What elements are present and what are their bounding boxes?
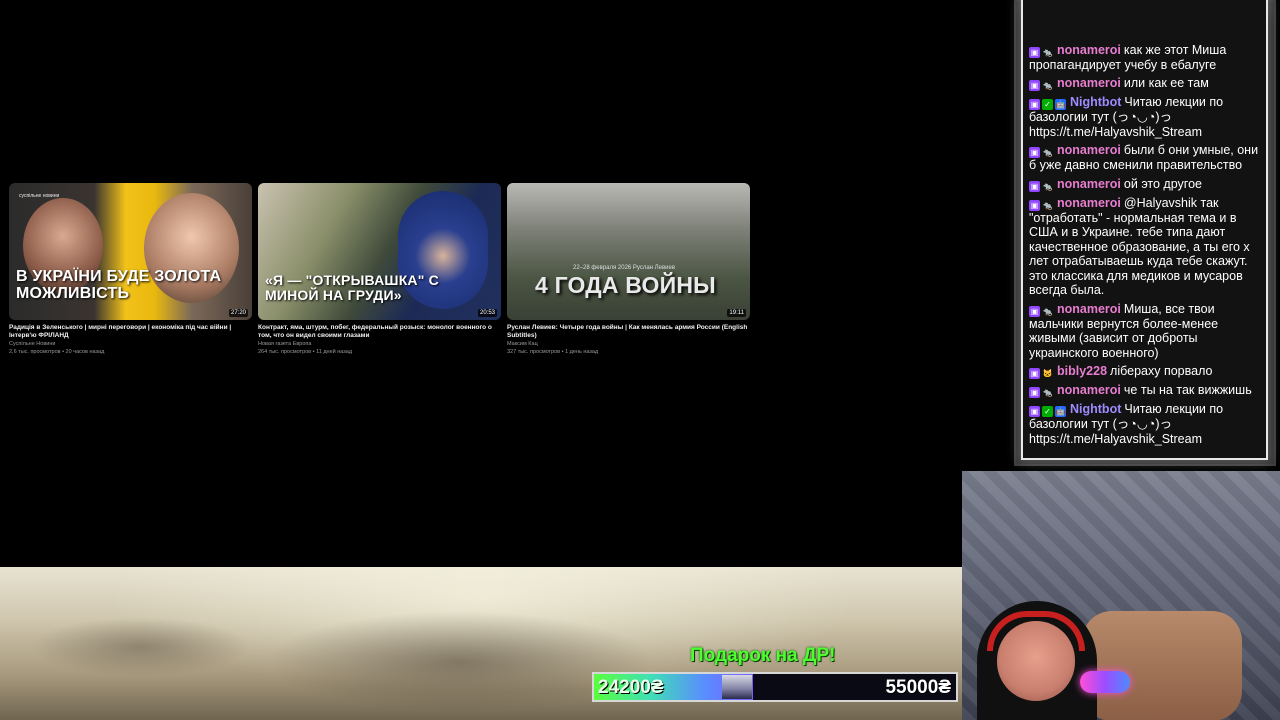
channel-logo: суспільне новини [19,193,60,199]
chat-message: ▣ 🐀 nonameroi Миша, все твои мальчики верну… [1029,302,1263,361]
twitch-badge-icon: ▣ [1029,180,1040,192]
bot-badge-icon: 🤖 [1055,99,1066,110]
twitch-badge-icon: ▣ [1029,387,1040,398]
video-stats: 2,6 тыс. просмотров • 20 часов назад [9,349,105,355]
webcam-overlay [962,471,1280,720]
chat-username[interactable]: nonameroi [1057,302,1121,316]
thumbnail-caption: 4 ГОДА ВОЙНЫ [535,272,716,298]
chat-message: ▣ 🐱 bibly228 лібераху порвало [1029,364,1263,379]
chat-message: ▣ 🐀 nonameroi @Halyavshik так "отработать" … [1029,196,1263,298]
rat-badge-icon: 🐀 [1042,47,1053,57]
video-channel[interactable]: Максим Кац [507,340,750,348]
chat-username[interactable]: nonameroi [1057,177,1121,191]
twitch-badge-icon: ▣ [1029,199,1040,211]
microphone-image [1080,671,1130,693]
video-duration: 20:53 [477,309,497,317]
video-card[interactable]: суспільне новини В УКРАЇНИ БУДЕ ЗОЛОТА М… [9,183,252,356]
bot-badge-icon: 🤖 [1055,406,1066,417]
video-thumbnail[interactable]: «Я — "ОТКРЫВАШКА" С МИНОЙ НА ГРУДИ» 20:5… [258,183,501,320]
twitch-badge-icon: ▣ [1029,368,1040,379]
thumbnail-caption: В УКРАЇНИ БУДЕ ЗОЛОТА МОЖЛИВІСТЬ [16,268,222,303]
donation-goal-bar: 24200₴ 55000₴ [592,672,958,702]
video-card[interactable]: «Я — "ОТКРЫВАШКА" С МИНОЙ НА ГРУДИ» 20:5… [258,183,501,356]
couch-image [1082,611,1242,720]
check-badge-icon: ✓ [1042,99,1053,110]
twitch-badge-icon: ▣ [1029,305,1040,317]
chat-message: ▣ 🐀 nonameroi че ты на так вижжишь [1029,383,1263,398]
rat-badge-icon: 🐀 [1042,81,1053,90]
chat-username[interactable]: nonameroi [1057,76,1121,90]
donation-goal-target: 55000₴ [885,677,951,698]
chat-username[interactable]: nonameroi [1057,196,1121,210]
video-title[interactable]: Руслан Левиев: Четыре года войны | Как м… [507,324,750,340]
chat-message-text: лібераху порвало [1110,364,1213,378]
twitch-badge-icon: ▣ [1029,406,1040,417]
rat-badge-icon: 🐀 [1042,388,1053,397]
donation-goal-avatar [722,675,752,699]
video-stats: 264 тыс. просмотров • 11 дней назад [258,349,353,355]
video-duration: 27:20 [228,309,248,317]
rat-badge-icon: 🐀 [1042,200,1053,210]
video-channel[interactable]: Новая газета Европа [258,340,501,348]
chat-username[interactable]: Nightbot [1070,95,1121,109]
video-grid: суспільне новини В УКРАЇНИ БУДЕ ЗОЛОТА М… [9,183,754,363]
video-channel[interactable]: Суспільне Новини [9,340,252,348]
video-thumbnail[interactable]: 22–28 февраля 2026 Руслан Левиев 4 ГОДА … [507,183,750,320]
road-track [30,617,250,677]
chat-username[interactable]: Nightbot [1070,402,1121,416]
chat-message-text: че ты на так вижжишь [1123,383,1252,397]
chat-message-text: ой это другое [1123,176,1202,191]
chat-username[interactable]: nonameroi [1057,143,1121,157]
thumbnail-caption: «Я — "ОТКРЫВАШКА" С МИНОЙ НА ГРУДИ» [265,272,439,304]
chat-message: ▣ 🐀 nonameroi ой это другое [1029,177,1263,192]
chat-message: ▣ ✓ 🤖 Nightbot Читаю лекции по базологии тут… [1029,95,1263,139]
chat-message-text: @Halyavshik так "отработать" - нормальна… [1029,195,1250,298]
check-badge-icon: ✓ [1042,406,1053,417]
chat-message-text: или как ее там [1123,76,1209,90]
video-stats: 327 тыс. просмотров • 1 день назад [507,349,599,355]
chat-username[interactable]: nonameroi [1057,43,1121,57]
chat-message: ▣ ✓ 🤖 Nightbot Читаю лекции по базологии тут… [1029,402,1263,446]
chat-message: ▣ 🐀 nonameroi как же этот Миша пропагандиру… [1029,43,1263,73]
rat-badge-icon: 🐀 [1042,148,1053,157]
chat-message: ▣ 🐀 nonameroi или как ее там [1029,76,1263,91]
donation-goal-current: 24200₴ [598,677,664,698]
cat-badge-icon: 🐱 [1042,369,1053,378]
thumbnail-subtitle: 22–28 февраля 2026 Руслан Левиев [573,265,676,271]
chat-panel: ▣ 🐀 nonameroi как же этот Миша пропагандиру… [1023,0,1266,458]
twitch-badge-icon: ▣ [1029,147,1040,158]
video-card[interactable]: 22–28 февраля 2026 Руслан Левиев 4 ГОДА … [507,183,750,356]
rat-badge-icon: 🐀 [1042,181,1053,191]
video-duration: 19:11 [727,309,746,317]
donation-goal-title: Подарок на ДР! [690,645,836,666]
video-thumbnail[interactable]: суспільне новини В УКРАЇНИ БУДЕ ЗОЛОТА М… [9,183,252,320]
twitch-badge-icon: ▣ [1029,80,1040,91]
video-title[interactable]: Радиція в Зеленського | мирні переговори… [9,324,252,340]
chat-username[interactable]: bibly228 [1057,364,1107,378]
chat-message: ▣ 🐀 nonameroi были б они умные, они б уже д… [1029,143,1263,173]
chat-username[interactable]: nonameroi [1057,383,1121,397]
chat-message-list: ▣ 🐀 nonameroi как же этот Миша пропагандиру… [1029,39,1263,447]
twitch-badge-icon: ▣ [1029,99,1040,110]
twitch-badge-icon: ▣ [1029,46,1040,58]
video-title[interactable]: Контракт, яма, штурм, побег, федеральный… [258,324,501,340]
rat-badge-icon: 🐀 [1042,306,1053,316]
